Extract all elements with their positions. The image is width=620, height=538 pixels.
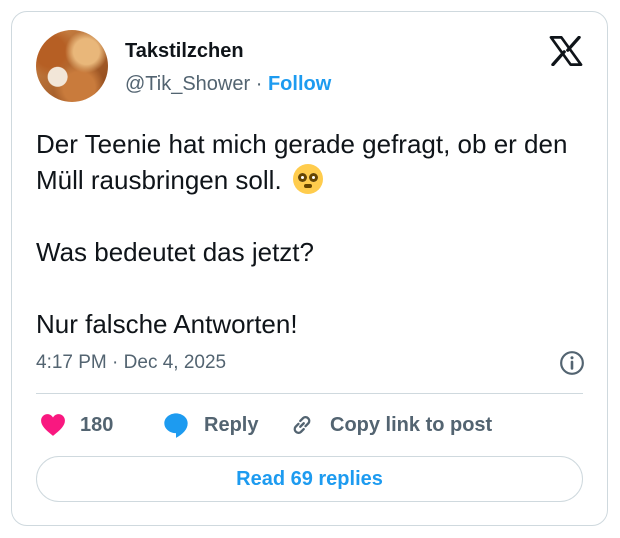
author-handle-row: @Tik_Shower · Follow bbox=[125, 73, 331, 96]
copy-link-button[interactable]: Copy link to post bbox=[288, 410, 492, 440]
reply-button[interactable]: Reply bbox=[162, 410, 258, 440]
like-button[interactable]: 180 bbox=[40, 410, 113, 440]
post-date[interactable]: Dec 4, 2025 bbox=[124, 352, 226, 373]
post-paragraph-1: Der Teenie hat mich gerade gefragt, ob e… bbox=[36, 126, 586, 198]
post-time[interactable]: 4:17 PM bbox=[36, 352, 107, 373]
author-handle[interactable]: @Tik_Shower bbox=[125, 73, 250, 95]
info-icon[interactable] bbox=[559, 350, 585, 376]
follow-button[interactable]: Follow bbox=[268, 73, 331, 95]
copy-link-label: Copy link to post bbox=[330, 413, 493, 436]
post-paragraph-3: Nur falsche Antworten! bbox=[36, 309, 298, 339]
author-display-name[interactable]: Takstilzchen bbox=[125, 40, 244, 63]
heart-icon bbox=[41, 414, 65, 436]
reply-label: Reply bbox=[204, 413, 259, 436]
read-replies-button[interactable]: Read 69 replies bbox=[36, 456, 583, 502]
post-timestamp[interactable]: 4:17 PM · Dec 4, 2025 bbox=[36, 352, 226, 374]
handle-separator: · bbox=[255, 73, 263, 95]
divider bbox=[36, 393, 583, 394]
like-count: 180 bbox=[80, 413, 114, 436]
timestamp-separator: · bbox=[112, 352, 119, 373]
avatar[interactable] bbox=[36, 30, 108, 102]
post-card: Takstilzchen @Tik_Shower · Follow Der Te… bbox=[11, 11, 608, 526]
post-text: Der Teenie hat mich gerade gefragt, ob e… bbox=[36, 126, 586, 342]
flushed-face-emoji bbox=[292, 164, 323, 194]
x-logo-icon[interactable] bbox=[549, 36, 583, 66]
link-icon bbox=[293, 416, 311, 434]
post-paragraph-2: Was bedeutet das jetzt? bbox=[36, 237, 314, 267]
reply-bubble-icon bbox=[164, 413, 188, 438]
